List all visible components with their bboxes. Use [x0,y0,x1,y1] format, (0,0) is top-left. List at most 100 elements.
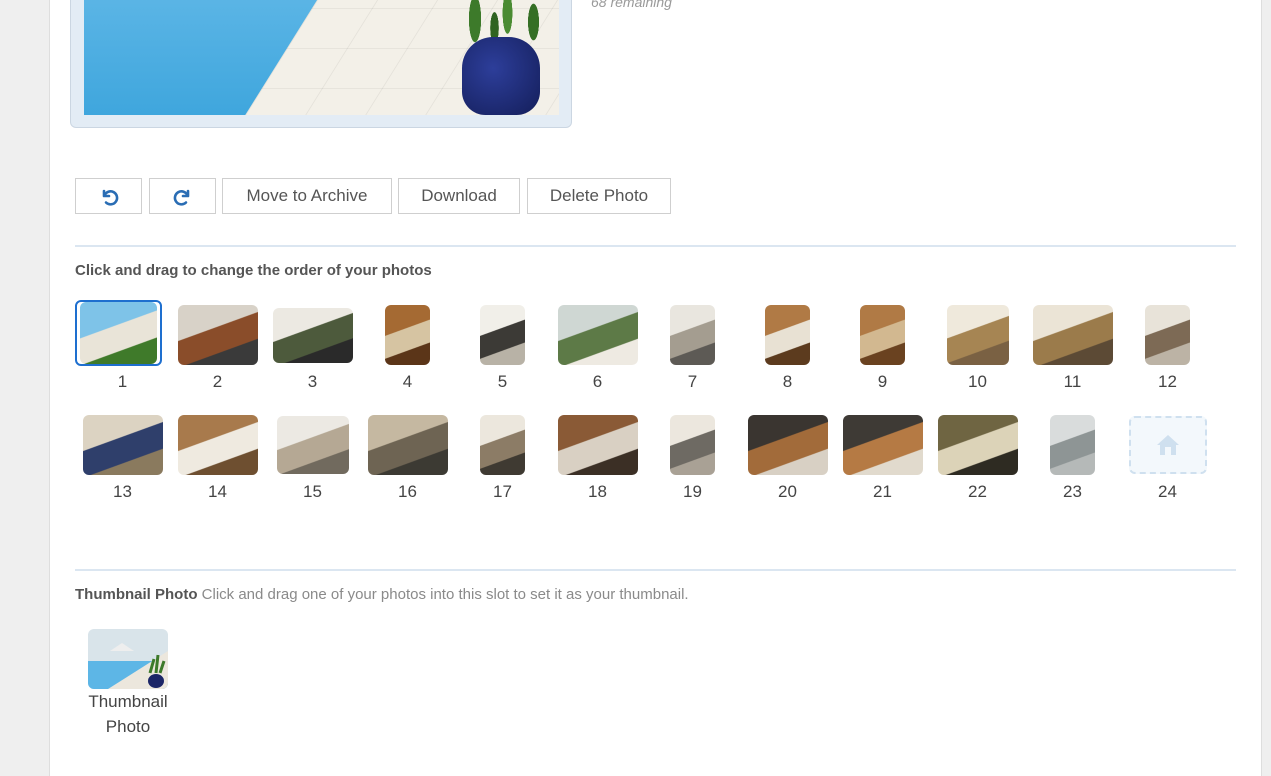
photo-order-item[interactable]: 16 [360,410,455,510]
photo-order-number: 2 [212,372,223,391]
photo-thumbnail[interactable] [82,415,163,475]
photo-thumbnail-frame[interactable] [935,414,1020,476]
thumbnail-photo-image[interactable] [88,629,168,689]
photo-order-number: 17 [493,482,512,501]
photo-order-item[interactable]: 22 [930,410,1025,510]
main-photo-image [84,0,559,115]
photo-order-number: 9 [877,372,888,391]
photo-thumbnail-frame[interactable] [175,414,260,476]
photo-thumbnail-frame[interactable] [270,414,355,476]
section-divider [75,569,1236,571]
thumbnail-heading-note: Click and drag one of your photos into t… [201,586,689,603]
photo-order-number: 7 [687,372,698,391]
photo-thumbnail[interactable] [937,415,1018,475]
photo-thumbnail[interactable] [80,302,157,364]
photo-order-item[interactable]: 17 [455,410,550,510]
photo-order-item[interactable]: 13 [75,410,170,510]
move-to-archive-button[interactable]: Move to Archive [222,178,392,214]
rotate-left-button[interactable] [75,178,142,214]
photo-thumbnail-frame[interactable] [555,414,640,476]
photo-order-number: 6 [592,372,603,391]
photo-order-number: 23 [1063,482,1082,501]
photo-thumbnail[interactable] [557,415,638,475]
photo-thumbnail-frame[interactable] [80,414,165,476]
photo-thumbnail-frame[interactable] [1030,414,1115,476]
photo-thumbnail-frame[interactable] [175,304,260,366]
photo-order-item[interactable]: 24 [1120,410,1215,510]
photo-thumbnail-frame[interactable] [650,414,735,476]
photo-order-item[interactable]: 20 [740,410,835,510]
photo-order-item[interactable]: 18 [550,410,645,510]
photo-thumbnail[interactable] [1145,305,1190,365]
photo-thumbnail[interactable] [860,305,905,365]
photo-thumbnail-frame[interactable] [935,304,1020,366]
photo-order-item[interactable]: 12 [1120,300,1215,400]
photo-order-number: 20 [778,482,797,501]
photo-thumbnail[interactable] [765,305,810,365]
photo-order-item[interactable]: 21 [835,410,930,510]
photo-thumbnail-frame[interactable] [1125,304,1210,366]
photo-order-item[interactable]: 14 [170,410,265,510]
photo-thumbnail-frame[interactable] [840,414,925,476]
rotate-right-icon [173,189,189,206]
photo-order-item[interactable]: 7 [645,300,740,400]
photo-order-number: 10 [968,372,987,391]
photo-order-number: 15 [303,482,322,501]
photo-thumbnail[interactable] [385,305,430,365]
photo-thumbnail[interactable] [276,416,349,474]
photo-thumbnail-frame[interactable] [460,414,545,476]
thumbnail-slot[interactable]: Thumbnail Photo [88,629,168,736]
rotate-left-icon [102,189,118,206]
photo-thumbnail[interactable] [177,415,258,475]
photo-order-number: 18 [588,482,607,501]
photo-order-number: 14 [208,482,227,501]
photo-thumbnail-frame[interactable] [365,304,450,366]
photo-thumbnail[interactable] [557,305,638,365]
photo-thumbnail[interactable] [946,305,1009,365]
photo-order-item[interactable]: 6 [550,300,645,400]
photo-order-item[interactable]: 9 [835,300,930,400]
photo-order-item[interactable]: 5 [455,300,550,400]
photo-thumbnail[interactable] [1032,305,1113,365]
photo-thumbnail-frame[interactable] [745,414,830,476]
photo-thumbnail[interactable] [842,415,923,475]
photo-order-number: 16 [398,482,417,501]
photo-order-item[interactable]: 1 [75,300,170,400]
photo-thumbnail[interactable] [747,415,828,475]
photo-thumbnail-frame[interactable] [460,304,545,366]
photo-order-item[interactable]: 11 [1025,300,1120,400]
rotate-right-button[interactable] [149,178,216,214]
photo-order-item[interactable]: 23 [1025,410,1120,510]
photo-thumbnail[interactable] [480,415,525,475]
photo-thumbnail-frame[interactable] [650,304,735,366]
thumbnail-heading-label: Thumbnail Photo [75,586,198,603]
photo-thumbnail-frame[interactable] [75,300,162,366]
photo-order-item[interactable]: 8 [740,300,835,400]
photo-thumbnail[interactable] [367,415,448,475]
delete-photo-button[interactable]: Delete Photo [527,178,671,214]
photo-order-item[interactable]: 3 [265,300,360,400]
thumbnail-heading: Thumbnail Photo Click and drag one of yo… [75,586,689,603]
photo-thumbnail[interactable] [177,305,258,365]
photo-thumbnail-frame[interactable] [555,304,640,366]
photo-thumbnail-frame[interactable] [840,304,925,366]
photo-order-item[interactable]: 15 [265,410,360,510]
photo-order-item[interactable]: 4 [360,300,455,400]
photo-order-item[interactable]: 2 [170,300,265,400]
photo-thumbnail[interactable] [480,305,525,365]
photo-editor-panel: 68 remaining Move to Archive Download De… [49,0,1262,776]
photo-thumbnail-frame[interactable] [745,304,830,366]
photo-thumbnail-frame[interactable] [270,304,355,366]
photo-thumbnail[interactable] [670,415,715,475]
photo-thumbnail[interactable] [272,307,353,363]
photo-thumbnail[interactable] [670,305,715,365]
photo-order-item[interactable]: 19 [645,410,740,510]
photo-thumbnail-frame[interactable] [1030,304,1115,366]
photo-order-item[interactable]: 10 [930,300,1025,400]
photo-thumbnail-frame[interactable] [365,414,450,476]
photo-thumbnail[interactable] [1050,415,1095,475]
remaining-count: 68 remaining [591,0,672,10]
empty-photo-slot[interactable] [1128,416,1207,474]
download-button[interactable]: Download [398,178,520,214]
photo-thumbnail-frame[interactable] [1125,414,1210,476]
